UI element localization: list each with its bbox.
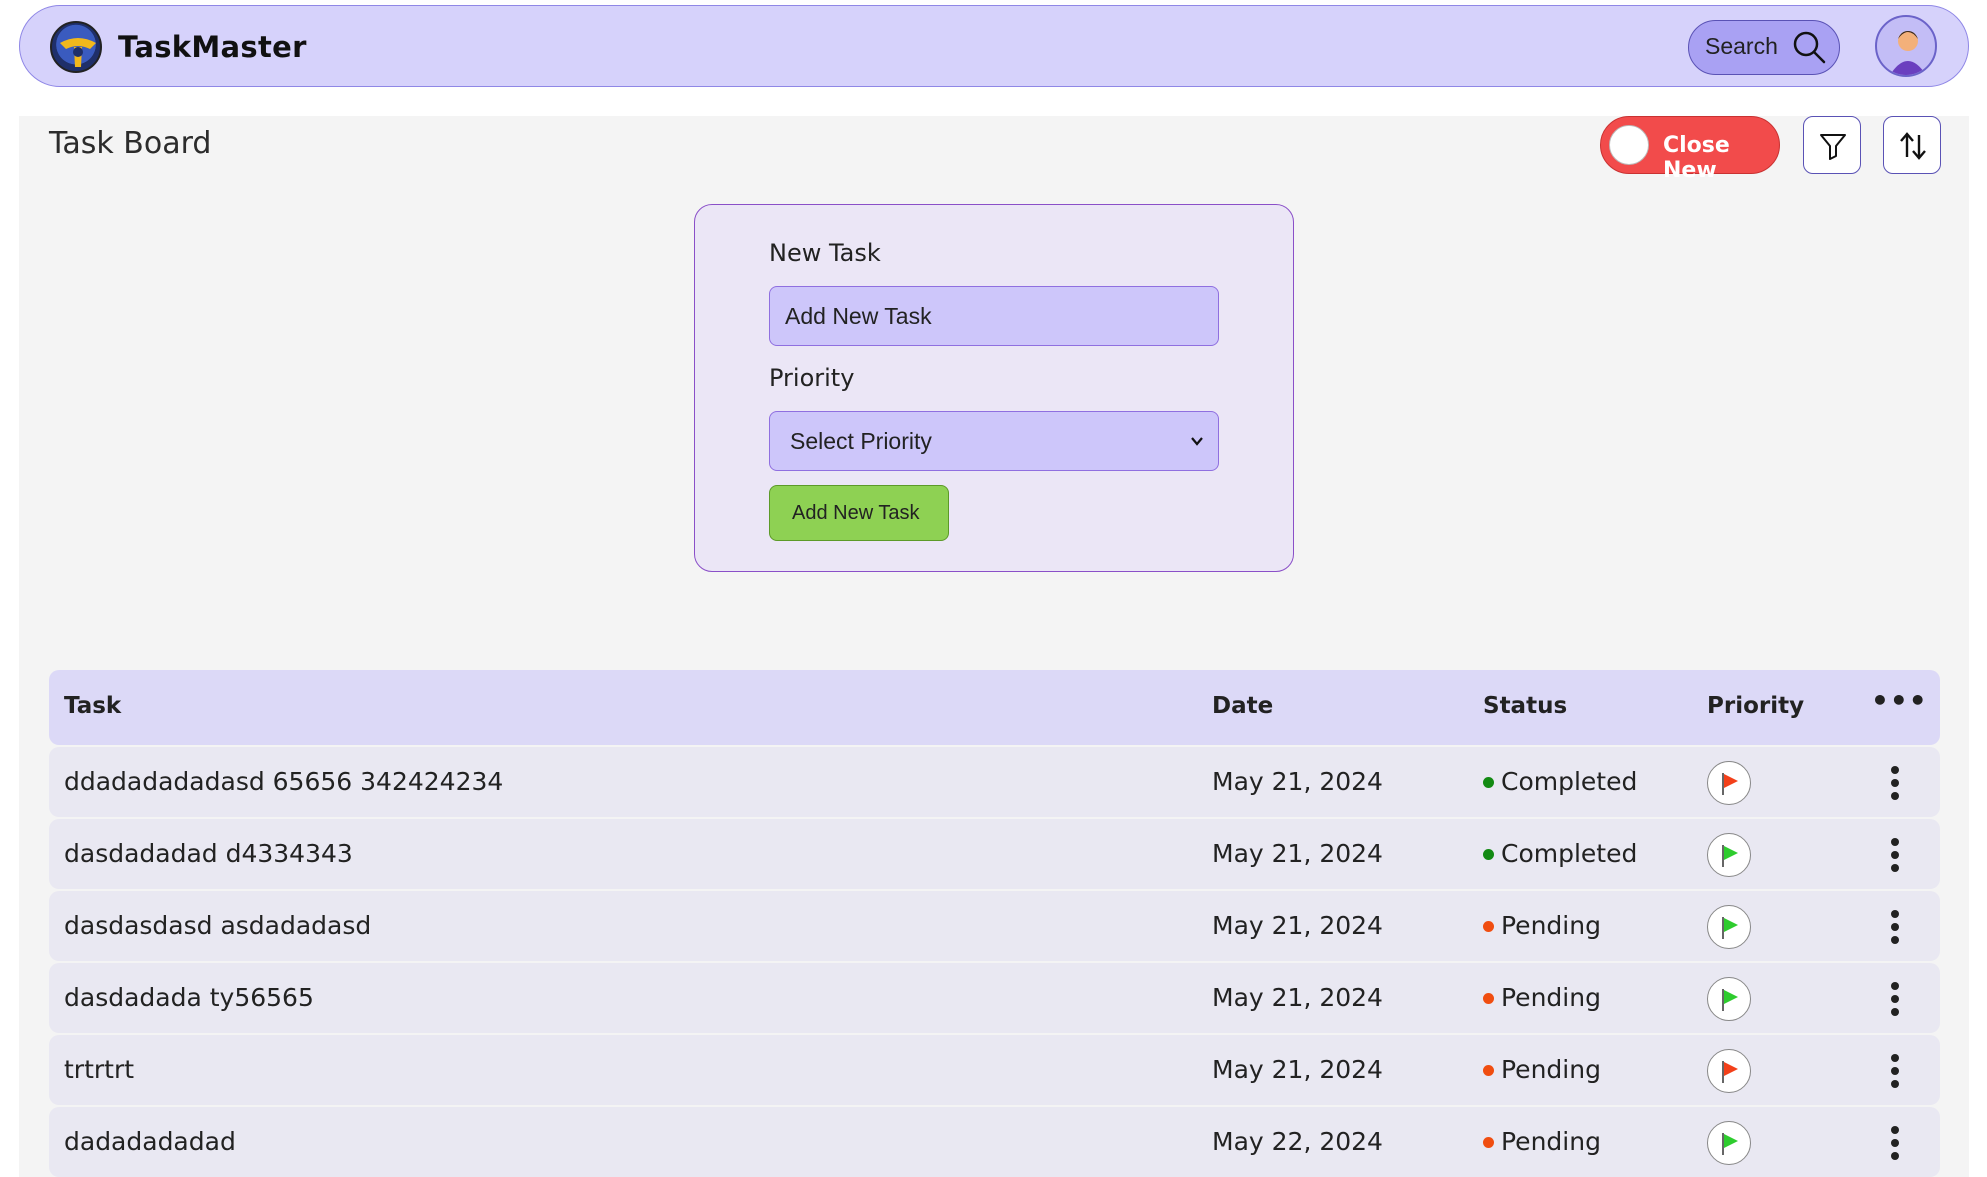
flag-icon: [1722, 1133, 1738, 1155]
status-dot: [1483, 1065, 1494, 1076]
table-row[interactable]: ddadadadadasd 65656 342424234 May 21, 20…: [49, 747, 1940, 817]
task-name: trtrtrt: [64, 1055, 135, 1084]
task-date: May 21, 2024: [1212, 1055, 1383, 1084]
task-status: Pending: [1483, 911, 1601, 940]
table-row[interactable]: dadadadadad May 22, 2024 Pending: [49, 1107, 1940, 1177]
status-text: Pending: [1501, 1127, 1601, 1156]
task-date: May 21, 2024: [1212, 911, 1383, 940]
task-status: Completed: [1483, 767, 1637, 796]
search-button[interactable]: Search: [1688, 20, 1840, 75]
add-new-task-button[interactable]: Add New Task: [769, 485, 949, 541]
table-row[interactable]: trtrtrt May 21, 2024 Pending: [49, 1035, 1940, 1105]
row-menu-icon[interactable]: [1887, 1126, 1903, 1160]
page-title: Task Board: [49, 126, 212, 161]
search-icon: [1791, 29, 1827, 69]
task-name: dasdasdasd asdadadasd: [64, 911, 372, 940]
column-header-priority: Priority: [1707, 693, 1805, 719]
new-task-label: New Task: [769, 239, 881, 267]
task-status: Pending: [1483, 1055, 1601, 1084]
row-menu-icon[interactable]: [1887, 838, 1903, 872]
top-navbar: TaskMaster Search: [19, 5, 1969, 87]
table-row[interactable]: dasdasdasd asdadadasd May 21, 2024 Pendi…: [49, 891, 1940, 961]
task-name: dadadadadad: [64, 1127, 236, 1156]
task-date: May 21, 2024: [1212, 983, 1383, 1012]
status-text: Pending: [1501, 1055, 1601, 1084]
status-text: Completed: [1501, 767, 1638, 796]
column-header-task: Task: [64, 693, 122, 719]
priority-select[interactable]: Select Priority: [769, 411, 1219, 471]
column-header-date: Date: [1212, 693, 1274, 719]
flag-icon: [1722, 773, 1738, 795]
filter-icon: [1820, 134, 1846, 160]
task-name: dasdadada ty56565: [64, 983, 314, 1012]
chevron-down-icon: [1191, 437, 1203, 446]
task-name: dasdadadad d4334343: [64, 839, 353, 868]
task-date: May 21, 2024: [1212, 767, 1383, 796]
more-options-icon[interactable]: •••: [1871, 684, 1928, 717]
task-name: ddadadadadasd 65656 342424234: [64, 767, 504, 796]
new-task-form: New Task Priority Select Priority Add Ne…: [694, 204, 1294, 572]
flag-icon: [1722, 1061, 1738, 1083]
brand-name: TaskMaster: [118, 30, 307, 64]
status-text: Completed: [1501, 839, 1638, 868]
close-new-label: Close New: [1663, 133, 1730, 183]
priority-flag-button[interactable]: [1707, 1049, 1751, 1093]
status-dot: [1483, 993, 1494, 1004]
filter-button[interactable]: [1803, 116, 1861, 174]
priority-flag-button[interactable]: [1707, 905, 1751, 949]
row-menu-icon[interactable]: [1887, 766, 1903, 800]
row-menu-icon[interactable]: [1887, 1054, 1903, 1088]
table-row[interactable]: dasdadadad d4334343 May 21, 2024 Complet…: [49, 819, 1940, 889]
status-text: Pending: [1501, 983, 1601, 1012]
row-menu-icon[interactable]: [1887, 910, 1903, 944]
priority-select-value: Select Priority: [790, 428, 932, 454]
table-header: Task Date Status Priority •••: [49, 670, 1940, 745]
main-content: Task Board Close New New Task Priority S…: [19, 116, 1969, 1177]
flag-icon: [1722, 917, 1738, 939]
flag-icon: [1722, 845, 1738, 867]
status-dot: [1483, 921, 1494, 932]
status-text: Pending: [1501, 911, 1601, 940]
table-row[interactable]: dasdadada ty56565 May 21, 2024 Pending: [49, 963, 1940, 1033]
task-status: Pending: [1483, 983, 1601, 1012]
broken-image-icon: [1609, 125, 1649, 165]
priority-flag-button[interactable]: [1707, 1121, 1751, 1165]
flag-icon: [1722, 989, 1738, 1011]
task-date: May 22, 2024: [1212, 1127, 1383, 1156]
close-new-button[interactable]: Close New: [1600, 116, 1780, 183]
sort-icon: [1900, 132, 1926, 160]
status-dot: [1483, 1137, 1494, 1148]
status-dot: [1483, 777, 1494, 788]
task-date: May 21, 2024: [1212, 839, 1383, 868]
row-menu-icon[interactable]: [1887, 982, 1903, 1016]
priority-flag-button[interactable]: [1707, 977, 1751, 1021]
new-task-input[interactable]: [769, 286, 1219, 346]
column-header-status: Status: [1483, 693, 1568, 719]
priority-label: Priority: [769, 364, 855, 392]
priority-flag-button[interactable]: [1707, 833, 1751, 877]
sort-button[interactable]: [1883, 116, 1941, 174]
add-new-task-label: Add New Task: [792, 502, 920, 524]
search-label: Search: [1705, 33, 1778, 59]
user-avatar-icon[interactable]: [1875, 15, 1937, 77]
task-status: Pending: [1483, 1127, 1601, 1156]
priority-flag-button[interactable]: [1707, 761, 1751, 805]
app-logo-icon[interactable]: [50, 21, 102, 73]
status-dot: [1483, 849, 1494, 860]
task-status: Completed: [1483, 839, 1637, 868]
